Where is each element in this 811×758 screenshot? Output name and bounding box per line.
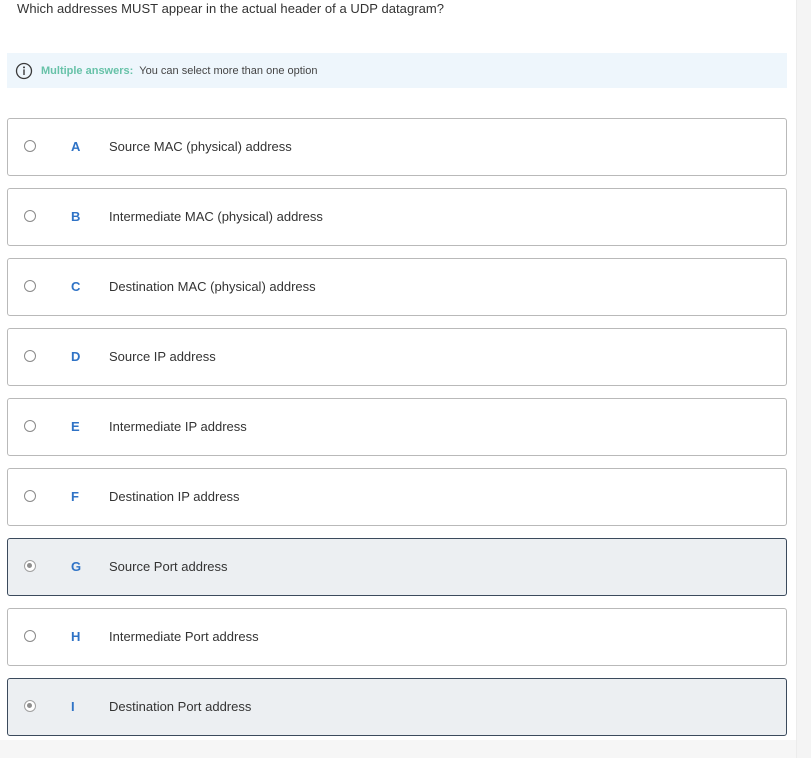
option-label: Intermediate IP address [109, 419, 247, 434]
quiz-panel: Which addresses MUST appear in the actua… [0, 0, 796, 758]
option-d[interactable]: D Source IP address [7, 328, 787, 386]
option-h[interactable]: H Intermediate Port address [7, 608, 787, 666]
question-text: Which addresses MUST appear in the actua… [17, 1, 445, 16]
radio-button[interactable] [24, 630, 36, 642]
option-label: Destination IP address [109, 489, 240, 504]
option-letter: E [71, 419, 80, 434]
answer-options: A Source MAC (physical) address B Interm… [7, 118, 787, 748]
option-a[interactable]: A Source MAC (physical) address [7, 118, 787, 176]
radio-button[interactable] [24, 210, 36, 222]
option-g[interactable]: G Source Port address [7, 538, 787, 596]
option-letter: F [71, 489, 79, 504]
option-letter: B [71, 209, 81, 224]
radio-button[interactable] [24, 700, 36, 712]
radio-dot [27, 563, 32, 568]
option-label: Destination MAC (physical) address [109, 279, 316, 294]
option-e[interactable]: E Intermediate IP address [7, 398, 787, 456]
multiple-answers-label: Multiple answers: [41, 64, 134, 77]
info-icon [15, 62, 33, 80]
option-letter: D [71, 349, 81, 364]
footer-band [0, 740, 796, 758]
option-label: Source IP address [109, 349, 216, 364]
option-letter: H [71, 629, 81, 644]
radio-button[interactable] [24, 490, 36, 502]
option-b[interactable]: B Intermediate MAC (physical) address [7, 188, 787, 246]
option-label: Destination Port address [109, 699, 252, 714]
radio-button[interactable] [24, 560, 36, 572]
radio-button[interactable] [24, 350, 36, 362]
option-label: Source Port address [109, 559, 228, 574]
option-label: Intermediate MAC (physical) address [109, 209, 323, 224]
option-letter: I [71, 699, 75, 714]
option-label: Intermediate Port address [109, 629, 259, 644]
option-letter: A [71, 139, 81, 154]
radio-button[interactable] [24, 420, 36, 432]
radio-button[interactable] [24, 280, 36, 292]
radio-dot [27, 703, 32, 708]
multiple-answers-hint: You can select more than one option [139, 64, 318, 77]
radio-button[interactable] [24, 140, 36, 152]
option-c[interactable]: C Destination MAC (physical) address [7, 258, 787, 316]
option-f[interactable]: F Destination IP address [7, 468, 787, 526]
option-i[interactable]: I Destination Port address [7, 678, 787, 736]
scrollbar-track[interactable] [796, 0, 811, 758]
option-letter: C [71, 279, 81, 294]
option-letter: G [71, 559, 82, 574]
multiple-answers-banner: Multiple answers: You can select more th… [7, 53, 787, 88]
option-label: Source MAC (physical) address [109, 139, 292, 154]
